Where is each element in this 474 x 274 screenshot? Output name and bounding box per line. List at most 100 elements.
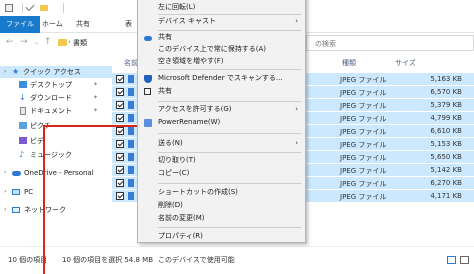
file-type: JPEG ファイル <box>340 193 387 201</box>
tab-share[interactable]: 共有 <box>76 16 90 33</box>
image-file-icon <box>128 153 134 161</box>
menu-item-cut[interactable]: 切り取り(T) <box>138 154 305 167</box>
menu-item-give-access[interactable]: アクセスを許可する(G) › <box>138 103 305 116</box>
submenu-arrow-icon: › <box>295 105 298 113</box>
file-type: JPEG ファイル <box>340 180 387 188</box>
quick-access-separator <box>22 3 23 13</box>
image-file-icon <box>128 88 134 96</box>
context-menu: 左に回転(L) デバイス キャスト › 共有 このデバイス上で常に保持する(A) … <box>137 0 306 243</box>
column-header-size[interactable]: サイズ <box>395 58 416 68</box>
checkbox[interactable] <box>116 88 124 96</box>
search-input[interactable]: の検索 <box>306 35 474 51</box>
computer-icon <box>12 189 20 195</box>
column-header-type[interactable]: 種類 <box>342 58 356 68</box>
menu-item-defender-scan[interactable]: Microsoft Defender でスキャンする... <box>138 72 305 85</box>
download-icon: ↓ <box>19 93 26 102</box>
file-type: JPEG ファイル <box>340 154 387 162</box>
menu-label: 左に回転(L) <box>158 3 196 11</box>
menu-item-share[interactable]: 共有 <box>138 85 305 98</box>
menu-item-free-up-space[interactable]: 空き領域を増やす(F) <box>138 55 305 68</box>
menu-item-rename[interactable]: 名前の変更(M) <box>138 212 305 225</box>
nav-label: ドキュメント <box>30 107 72 115</box>
file-size: 5,142 KB <box>430 166 462 174</box>
up-icon[interactable]: ↑ <box>44 37 52 47</box>
file-type: JPEG ファイル <box>340 115 387 123</box>
checkbox[interactable] <box>116 75 124 83</box>
checkbox[interactable] <box>116 153 124 161</box>
menu-item-rotate-left[interactable]: 左に回転(L) <box>138 1 305 14</box>
checkbox[interactable] <box>116 166 124 174</box>
file-type: JPEG ファイル <box>340 89 387 97</box>
network-icon <box>12 207 20 213</box>
cloud-icon <box>12 171 21 176</box>
menu-item-cast-to-device[interactable]: デバイス キャスト › <box>138 15 305 28</box>
pin-icon: ✦ <box>93 81 99 88</box>
file-type: JPEG ファイル <box>340 76 387 84</box>
menu-item-delete[interactable]: 削除(D) <box>138 199 305 212</box>
checkbox[interactable] <box>116 127 124 135</box>
file-size: 6,570 KB <box>430 88 462 96</box>
file-type: JPEG ファイル <box>340 167 387 175</box>
save-icon[interactable] <box>5 4 13 12</box>
menu-item-properties[interactable]: プロパティ(R) <box>138 230 305 243</box>
checkbox[interactable] <box>116 179 124 187</box>
tab-file[interactable]: ファイル <box>0 16 40 33</box>
breadcrumb-current[interactable]: 書類 <box>73 38 87 48</box>
expand-chevron-icon[interactable]: › <box>4 204 6 216</box>
menu-separator <box>158 227 301 228</box>
menu-item-powerrename[interactable]: PowerRename(W) <box>138 116 305 129</box>
menu-item-create-shortcut[interactable]: ショートカットの作成(S) <box>138 186 305 199</box>
expand-chevron-icon[interactable]: › <box>4 186 6 198</box>
shield-icon <box>144 75 152 83</box>
nav-downloads[interactable]: ↓ ダウンロード ✦ <box>0 92 112 104</box>
menu-label: 共有 <box>158 87 172 95</box>
breadcrumb-chevron-icon[interactable]: › <box>68 38 71 46</box>
tab-view[interactable]: 表 <box>125 16 132 33</box>
image-file-icon <box>128 140 134 148</box>
back-icon[interactable]: ← <box>6 37 14 47</box>
properties-icon[interactable] <box>25 1 35 12</box>
details-view-icon[interactable] <box>447 256 456 264</box>
forward-icon[interactable]: → <box>20 37 28 47</box>
checkbox[interactable] <box>116 140 124 148</box>
nav-onedrive[interactable]: › OneDrive - Personal <box>0 167 112 179</box>
nav-desktop[interactable]: デスクトップ ✦ <box>0 79 112 91</box>
availability-status: このデバイスで使用可能 <box>158 256 235 264</box>
pin-icon: ✦ <box>93 107 99 114</box>
star-icon: ★ <box>12 67 20 76</box>
toolbar-separator <box>63 3 64 13</box>
large-icons-view-icon[interactable] <box>460 256 469 264</box>
powerrename-icon <box>144 119 152 127</box>
menu-item-send-to[interactable]: 送る(N) › <box>138 137 305 150</box>
nav-pc[interactable]: › PC <box>0 186 112 198</box>
file-type: JPEG ファイル <box>340 128 387 136</box>
image-file-icon <box>128 75 134 83</box>
search-placeholder: の検索 <box>315 40 336 48</box>
image-file-icon <box>128 127 134 135</box>
nav-music[interactable]: ♪ ミュージック <box>0 149 112 161</box>
nav-quick-access[interactable]: › ★ クイック アクセス <box>0 66 112 78</box>
annotation-line-vertical <box>43 125 45 274</box>
expand-chevron-icon[interactable]: › <box>4 66 6 78</box>
menu-separator <box>158 69 301 70</box>
menu-label: Microsoft Defender でスキャンする... <box>158 74 283 82</box>
new-folder-icon[interactable] <box>40 5 48 11</box>
menu-label: プロパティ(R) <box>158 232 203 240</box>
nav-videos[interactable]: ビデ <box>0 135 112 147</box>
checkbox[interactable] <box>116 101 124 109</box>
nav-label: クイック アクセス <box>23 68 81 76</box>
nav-network[interactable]: › ネットワーク <box>0 204 112 216</box>
file-size: 5,650 KB <box>430 153 462 161</box>
selection-info: 10 個の項目を選択 54.8 MB <box>62 256 154 264</box>
column-header-name[interactable]: 名前 <box>124 58 138 68</box>
menu-item-copy[interactable]: コピー(C) <box>138 167 305 180</box>
nav-documents[interactable]: ドキュメント ✦ <box>0 105 112 117</box>
tab-home[interactable]: ホーム <box>42 16 63 33</box>
nav-label: デスクトップ <box>30 81 72 89</box>
recent-locations-icon[interactable]: ⌄ <box>34 39 39 46</box>
menu-label: PowerRename(W) <box>158 118 221 126</box>
checkbox[interactable] <box>116 192 124 200</box>
file-size: 5,153 KB <box>430 140 462 148</box>
checkbox[interactable] <box>116 114 124 122</box>
expand-chevron-icon[interactable]: › <box>4 167 6 179</box>
